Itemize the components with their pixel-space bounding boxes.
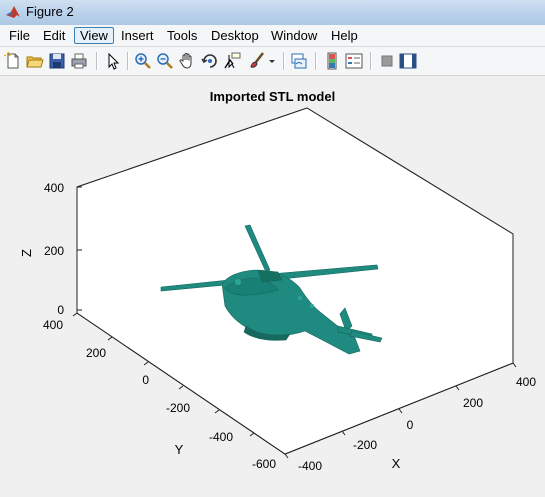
zoom-out-icon[interactable]: [156, 52, 174, 70]
menu-bar: File Edit View Insert Tools Desktop Wind…: [0, 25, 545, 47]
link-plot-icon[interactable]: [290, 52, 308, 70]
toolbar-separator: [370, 52, 372, 70]
x-tick-label: 200: [463, 396, 483, 410]
z-tick-label: 0: [57, 303, 64, 317]
x-tick-label: -200: [353, 438, 377, 452]
x-tick-label: 400: [516, 375, 536, 389]
y-tick-label: 0: [142, 373, 149, 387]
menu-insert[interactable]: Insert: [116, 27, 159, 44]
menu-help[interactable]: Help: [326, 27, 363, 44]
z-tick-label: 400: [44, 181, 64, 195]
x-tick-label: 0: [407, 418, 414, 432]
hide-plot-tools-icon[interactable]: [378, 52, 396, 70]
y-tick-label: -200: [166, 401, 190, 415]
pan-hand-icon[interactable]: [178, 52, 196, 70]
edit-plot-arrow-icon[interactable]: [104, 52, 122, 70]
3d-axes[interactable]: 400 200 0 Z 400 200 0 -200 -400 -600 Y -…: [0, 76, 545, 497]
brush-icon[interactable]: [248, 52, 266, 70]
menu-desktop[interactable]: Desktop: [206, 27, 264, 44]
x-tick-label: -400: [298, 459, 322, 473]
toolbar-separator: [283, 52, 285, 70]
print-icon[interactable]: [70, 52, 88, 70]
z-tick-label: 200: [44, 244, 64, 258]
brush-dropdown-icon[interactable]: [267, 52, 277, 70]
window-title-bar: Figure 2: [0, 0, 545, 26]
colorbar-icon[interactable]: [323, 52, 341, 70]
menu-window[interactable]: Window: [266, 27, 322, 44]
matlab-logo-icon: [6, 6, 20, 18]
menu-tools[interactable]: Tools: [162, 27, 202, 44]
figure-toolbar: [0, 47, 545, 76]
zoom-in-icon[interactable]: [134, 52, 152, 70]
window-title: Figure 2: [26, 4, 74, 19]
figure-canvas[interactable]: Imported STL model 400 200 0 Z 400 200 0…: [0, 76, 545, 497]
save-icon[interactable]: [48, 52, 66, 70]
show-plot-tools-icon[interactable]: [399, 52, 417, 70]
y-tick-label: -400: [209, 430, 233, 444]
x-axis-label: X: [392, 456, 401, 471]
y-tick-label: 400: [43, 318, 63, 332]
y-tick-label: 200: [86, 346, 106, 360]
z-axis-label: Z: [19, 249, 34, 257]
legend-icon[interactable]: [345, 52, 363, 70]
rotate-3d-icon[interactable]: [201, 52, 219, 70]
toolbar-separator: [96, 52, 98, 70]
menu-view[interactable]: View: [74, 27, 114, 44]
data-cursor-icon[interactable]: [223, 52, 241, 70]
new-figure-icon[interactable]: [4, 52, 22, 70]
open-file-icon[interactable]: [26, 52, 44, 70]
menu-file[interactable]: File: [4, 27, 35, 44]
menu-edit[interactable]: Edit: [38, 27, 70, 44]
y-axis-label: Y: [175, 442, 184, 457]
y-tick-label: -600: [252, 457, 276, 471]
axes-background: [77, 108, 513, 454]
toolbar-separator: [315, 52, 317, 70]
toolbar-separator: [127, 52, 129, 70]
